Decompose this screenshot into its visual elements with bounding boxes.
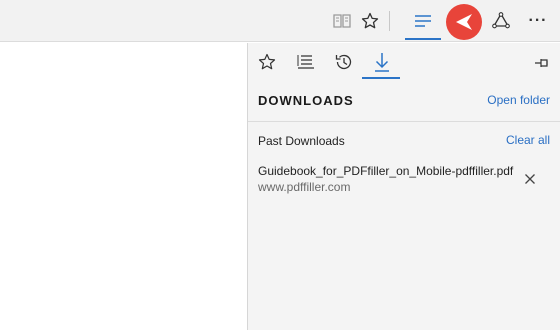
close-icon[interactable] — [520, 169, 540, 189]
download-item[interactable]: Guidebook_for_PDFfiller_on_Mobile-pdffil… — [248, 157, 560, 201]
hub-panel: DOWNLOADS Open folder Past Downloads Cle… — [248, 43, 560, 330]
tab-reading-list[interactable] — [291, 49, 321, 79]
section-divider — [248, 121, 560, 122]
hub-icon[interactable] — [408, 6, 438, 36]
tab-history[interactable] — [329, 49, 359, 79]
hub-active-indicator — [405, 38, 441, 40]
page-content-area[interactable] — [0, 43, 247, 330]
past-downloads-label: Past Downloads — [258, 134, 345, 148]
downloads-tab-indicator — [362, 77, 400, 79]
browser-toolbar: ··· — [0, 0, 560, 42]
tab-downloads[interactable] — [367, 49, 397, 79]
pin-icon[interactable] — [530, 51, 554, 75]
download-filename[interactable]: Guidebook_for_PDFfiller_on_Mobile-pdffil… — [258, 164, 513, 178]
clear-all-link[interactable]: Clear all — [506, 133, 550, 147]
toolbar-separator — [389, 11, 390, 31]
web-note-icon[interactable] — [446, 4, 482, 40]
share-icon[interactable] — [486, 6, 516, 36]
download-source: www.pdffiller.com — [258, 180, 351, 194]
reading-view-icon[interactable] — [327, 6, 357, 36]
downloads-title: DOWNLOADS — [258, 93, 354, 108]
reading-list-icon — [297, 54, 315, 75]
favorite-star-icon[interactable] — [355, 6, 385, 36]
history-clock-icon — [334, 52, 354, 77]
download-arrow-icon — [374, 52, 390, 77]
star-icon — [258, 53, 276, 76]
open-folder-link[interactable]: Open folder — [487, 93, 550, 107]
tab-favorites[interactable] — [252, 49, 282, 79]
more-icon[interactable]: ··· — [523, 6, 553, 36]
